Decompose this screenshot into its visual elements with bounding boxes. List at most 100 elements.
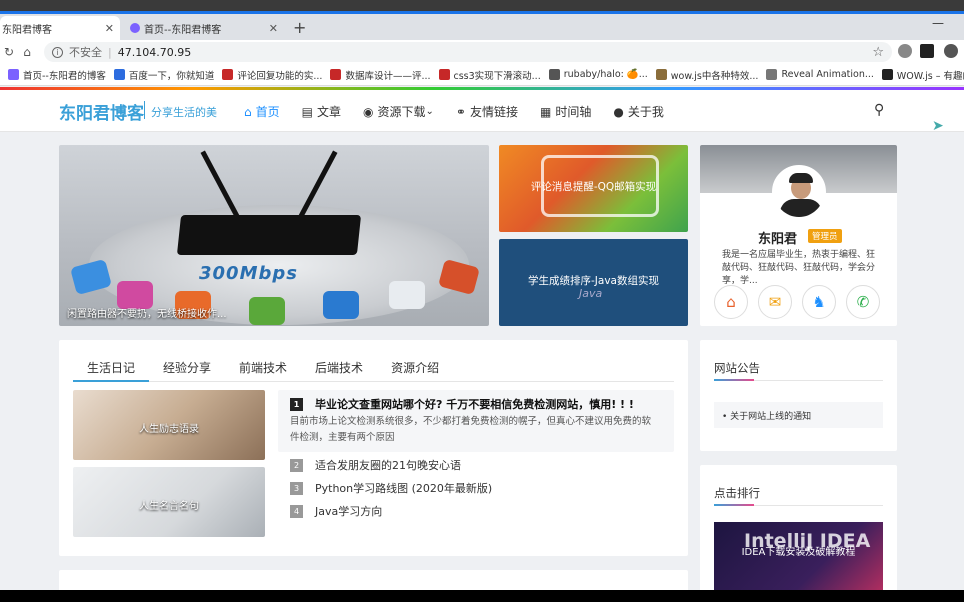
avatar[interactable] bbox=[772, 165, 826, 219]
bookmark-label: wow.js中各种特效... bbox=[670, 70, 759, 82]
extension-icon[interactable] bbox=[944, 44, 958, 58]
close-icon[interactable]: ✕ bbox=[269, 22, 278, 35]
browser-tab[interactable]: 首页--东阳君博客 ✕ bbox=[124, 16, 284, 40]
favicon-icon bbox=[130, 23, 140, 33]
category-tab[interactable]: 前端技术 bbox=[225, 358, 301, 382]
info-icon[interactable]: i bbox=[52, 46, 63, 58]
list-item[interactable]: 3 Python学习路线图 (2020年最新版) bbox=[290, 480, 492, 496]
profile-name: 东阳君 bbox=[758, 232, 798, 247]
nav-label: 资源下载 bbox=[377, 105, 426, 119]
bookmark-icon bbox=[881, 69, 893, 80]
widget-title: 点击排行 bbox=[714, 486, 760, 500]
thumbnail-caption: 人生名言名句 bbox=[139, 501, 199, 512]
bookmark-item[interactable]: rubaby/halo: 🍊... bbox=[548, 69, 648, 80]
bookmark-icon bbox=[222, 69, 234, 80]
url-text[interactable]: 47.104.70.95 bbox=[118, 46, 191, 59]
promo-card[interactable]: 评论消息提醒-QQ邮箱实现 bbox=[499, 145, 688, 232]
carousel-caption[interactable]: 闲置路由器不要扔，无线桥接收作... bbox=[67, 305, 227, 320]
plus-icon[interactable]: + bbox=[293, 18, 306, 37]
home-icon[interactable]: ⌂ bbox=[18, 45, 36, 59]
promo-card[interactable]: 学生成绩排序-Java数组实现 Java bbox=[499, 239, 688, 326]
security-label: 不安全 bbox=[69, 46, 102, 59]
list-title[interactable]: Python学习路线图 (2020年最新版) bbox=[315, 480, 492, 496]
document-icon: ▤ bbox=[301, 104, 313, 119]
promo-caption: 学生成绩排序-Java数组实现 bbox=[528, 275, 659, 287]
globe-icon: ◉ bbox=[363, 104, 374, 119]
category-tab[interactable]: 生活日记 bbox=[73, 358, 150, 382]
extension-icon[interactable] bbox=[898, 44, 912, 58]
bookmark-label: 数据库设计——评... bbox=[345, 70, 431, 82]
featured-article[interactable]: 1 毕业论文查重网站哪个好? 千万不要相信免费检测网站，慎用! ! ! 目前市场… bbox=[278, 390, 674, 452]
nav-item[interactable]: ● 关于我 bbox=[613, 103, 664, 120]
bookmark-item[interactable]: 首页--东阳君的博客 bbox=[8, 68, 106, 82]
omnibox[interactable]: i 不安全 | 47.104.70.95 ☆ bbox=[44, 42, 892, 62]
carousel-slide[interactable]: 300Mbps 闲置路由器不要扔，无线桥接收作... bbox=[59, 145, 489, 326]
bookmark-item[interactable]: 评论回复功能的实... bbox=[222, 68, 322, 82]
category-tab[interactable]: 后端技术 bbox=[301, 358, 377, 382]
bookmark-item[interactable]: wow.js中各种特效... bbox=[655, 68, 759, 82]
mail-icon[interactable]: ✉ bbox=[758, 285, 792, 319]
site-logo[interactable]: 东阳君博客 bbox=[59, 99, 144, 124]
extension-icon[interactable] bbox=[920, 44, 934, 58]
nav-item[interactable]: ▤ 文章 bbox=[302, 103, 341, 120]
nav-label: 友情链接 bbox=[469, 105, 518, 119]
home-icon[interactable]: ⌂ bbox=[714, 285, 748, 319]
nav-label: 时间轴 bbox=[555, 105, 592, 119]
bookmark-icon bbox=[330, 69, 342, 80]
minimize-icon[interactable]: — bbox=[932, 16, 944, 30]
thumbnail-caption: 人生励志语录 bbox=[139, 424, 199, 435]
bookmark-label: Reveal Animation... bbox=[781, 69, 874, 80]
bookmark-item[interactable]: css3实现下滑滚动... bbox=[438, 68, 541, 82]
notice-widget: 网站公告 • 关于网站上线的通知 bbox=[700, 340, 897, 451]
qq-icon[interactable]: ♞ bbox=[802, 285, 836, 319]
article-thumbnail[interactable]: 人生名言名句 bbox=[73, 467, 265, 537]
main-nav: ⌂ 首页 ▤ 文章 ◉ 资源下载 ⌄ ⚭ 友情链接 ▦ 时间轴 ● 关于我 bbox=[244, 103, 686, 120]
profile-description: 我是一名应届毕业生，热衷于编程、狂敲代码、狂敲代码、狂敲代码，学会分享，学... bbox=[722, 250, 876, 286]
article-tab-panel: 生活日记 经验分享 前端技术 后端技术 资源介绍 人生励志语录 人生名言名句 1 毕业论… bbox=[59, 340, 688, 556]
rank-badge: 2 bbox=[290, 458, 303, 472]
hot-widget: 点击排行 IntelliJ IDEA IDEA下载安装及破解教程 bbox=[700, 465, 897, 602]
wechat-icon[interactable]: ✆ bbox=[846, 285, 880, 319]
bookmark-item[interactable]: WOW.js – 有趣的... bbox=[881, 68, 964, 82]
list-title[interactable]: 适合发朋友圈的21句晚安心语 bbox=[315, 457, 461, 473]
bookmark-item[interactable]: 数据库设计——评... bbox=[330, 68, 431, 82]
nav-item[interactable]: ⌂ 首页 bbox=[244, 103, 280, 120]
featured-title[interactable]: 毕业论文查重网站哪个好? 千万不要相信免费检测网站，慎用! ! ! bbox=[315, 396, 634, 412]
hot-article-caption[interactable]: IDEA下载安装及破解教程 bbox=[714, 546, 883, 560]
java-logo: Java bbox=[579, 287, 603, 300]
window-top-band bbox=[0, 0, 964, 14]
list-item[interactable]: 4 Java学习方向 bbox=[290, 503, 382, 519]
address-bar: ↻ ⌂ i 不安全 | 47.104.70.95 ☆ bbox=[0, 40, 964, 64]
rank-badge: 4 bbox=[290, 504, 303, 518]
bookmark-icon bbox=[113, 69, 125, 80]
category-tab[interactable]: 资源介绍 bbox=[377, 358, 453, 382]
nav-item[interactable]: ◉ 资源下载 ⌄ bbox=[363, 103, 434, 120]
bookmark-icon bbox=[655, 69, 667, 80]
rank-badge: 3 bbox=[290, 481, 303, 495]
close-icon[interactable]: ✕ bbox=[105, 22, 114, 35]
list-title[interactable]: Java学习方向 bbox=[315, 503, 382, 519]
browser-tab-active[interactable]: 东阳君博客 ✕ bbox=[0, 16, 120, 40]
bookmark-icon bbox=[766, 69, 778, 80]
nav-item[interactable]: ⚭ 友情链接 bbox=[456, 103, 518, 120]
nav-label: 文章 bbox=[316, 105, 341, 119]
category-tab[interactable]: 经验分享 bbox=[149, 358, 225, 382]
featured-description: 目前市场上论文检测系统很多，不少都打着免费检测的幌子，但真心不建议用免费的软件检… bbox=[290, 416, 652, 443]
nav-item[interactable]: ▦ 时间轴 bbox=[540, 103, 591, 120]
bookmark-item[interactable]: Reveal Animation... bbox=[766, 69, 874, 80]
bookmarks-bar: 首页--东阳君的博客 百度一下，你就知道 评论回复功能的实... 数据库设计——评..… bbox=[0, 64, 964, 86]
notice-item[interactable]: • 关于网站上线的通知 bbox=[714, 402, 883, 428]
star-icon[interactable]: ☆ bbox=[872, 45, 884, 60]
bookmark-label: css3实现下滑滚动... bbox=[453, 70, 541, 82]
reload-icon[interactable]: ↻ bbox=[0, 45, 18, 59]
link-icon: ⚭ bbox=[455, 104, 466, 119]
bookmark-item[interactable]: 百度一下，你就知道 bbox=[113, 68, 214, 82]
send-icon[interactable]: ➤ bbox=[932, 118, 944, 134]
bookmark-label: rubaby/halo: 🍊... bbox=[563, 69, 648, 80]
tab-title: 首页--东阳君博客 bbox=[144, 24, 222, 36]
browser-window: 东阳君博客 ✕ 首页--东阳君博客 ✕ + — ↻ ⌂ i 不安全 | 47.1… bbox=[0, 0, 964, 602]
list-item[interactable]: 2 适合发朋友圈的21句晚安心语 bbox=[290, 457, 461, 473]
article-thumbnail[interactable]: 人生励志语录 bbox=[73, 390, 265, 460]
speed-badge: 300Mbps bbox=[199, 263, 298, 284]
search-icon[interactable]: ⚲ bbox=[874, 102, 884, 118]
